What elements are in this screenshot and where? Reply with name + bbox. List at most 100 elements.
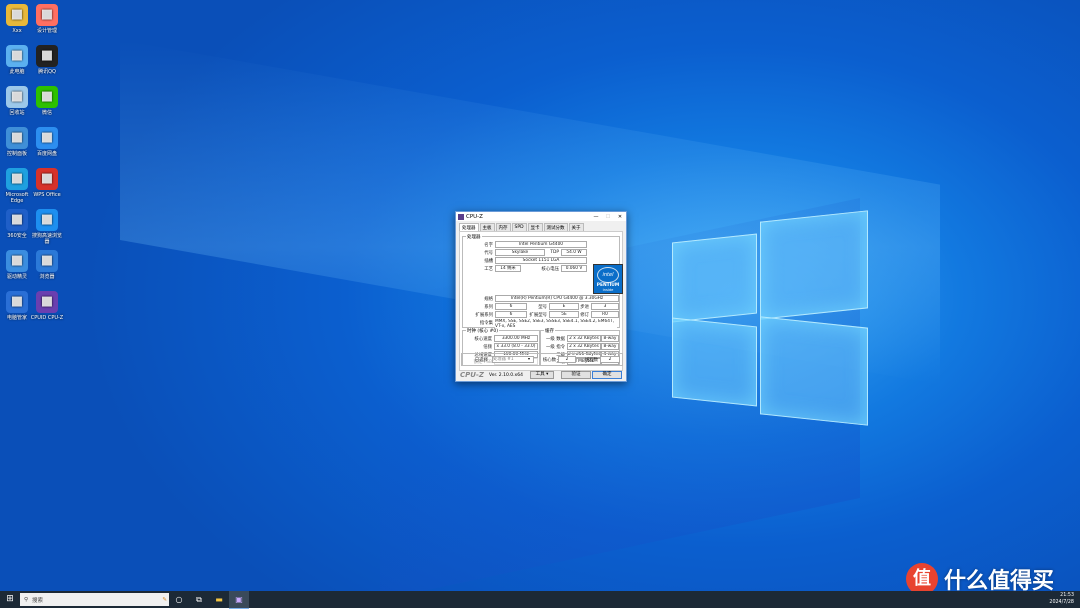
desktop-icon[interactable]: ■ WPS Office [30, 168, 64, 198]
threads-label: 线程数 [584, 358, 598, 363]
l1d-assoc: 8-way [601, 335, 619, 342]
desktop-icon[interactable]: ■ 搜狗高速浏览器 [30, 209, 64, 245]
desktop-icon-label: Xxx [12, 28, 22, 34]
desktop-icon-label: 搜狗高速浏览器 [31, 233, 62, 245]
cores-value: 2 [558, 356, 576, 363]
desktop-icon-label: 回收站 [9, 110, 25, 116]
minimize-icon[interactable]: — [590, 214, 602, 220]
cpuz-window[interactable]: CPU-Z — ☐ ✕ 处理器 主板 内存 SPD 显卡 测试分数 关于 处理器… [455, 211, 627, 382]
core-speed-label: 核心速度 [474, 337, 492, 342]
qq-penguin-icon: ■ [36, 45, 58, 67]
folder-user-icon: ■ [6, 4, 28, 26]
family-value: 6 [495, 303, 527, 310]
stepping-label: 步进 [580, 305, 589, 310]
group-label: 处理器 [466, 234, 482, 240]
desktop-icon-label: 360安全 [7, 233, 27, 239]
desktop-icon[interactable]: ■ 回收站 [0, 86, 34, 116]
cpuz-app-icon [458, 213, 464, 220]
intel-brand: intel [597, 267, 619, 283]
security-ball-icon: ■ [6, 209, 28, 231]
desktop-icon[interactable]: ■ 控制面板 [0, 127, 34, 157]
recycle-bin-icon: ■ [6, 86, 28, 108]
intel-sub: inside [602, 288, 614, 292]
voltage-value: 0.060 V [561, 265, 587, 272]
desktop-icon-label: 腾讯QQ [38, 69, 56, 75]
threads-value: 2 [600, 356, 620, 363]
search-icon: ⚲ [24, 596, 29, 603]
shield-check-icon: ■ [6, 291, 28, 313]
tdp-value: 54.0 W [561, 249, 587, 256]
spec-label: 规格 [484, 297, 493, 302]
spec-value: Intel(R) Pentium(R) CPU G4400 @ 3.30GHz [495, 295, 619, 302]
tray-clock-date[interactable]: 2024/7/28 [1049, 599, 1074, 606]
tools-label: 工具 [535, 372, 545, 377]
cortana-icon[interactable]: ○ [169, 591, 189, 608]
desktop-icon[interactable]: ■ 浏览器 [30, 250, 64, 280]
wps-icon: ■ [36, 168, 58, 190]
selection-label: 已选择 [474, 358, 488, 363]
codename-value: Skylake [495, 249, 545, 256]
desktop-icon-label: 百度网盘 [36, 151, 57, 157]
desktop-icon[interactable]: ■ Microsoft Edge [0, 168, 34, 204]
ok-button[interactable]: 确定 [592, 371, 622, 379]
desktop-icon[interactable]: ■ Xxx [0, 4, 34, 34]
technology-value: 14 纳米 [495, 265, 521, 272]
desktop-icon[interactable]: ■ 设计管理 [30, 4, 64, 34]
instructions-value: MMX, SSE, SSE2, SSE3, SSSE3, SSE4.1, SSE… [495, 319, 617, 329]
maximize-icon[interactable]: ☐ [602, 214, 614, 220]
file-explorer-icon[interactable]: ▬ [209, 591, 229, 608]
ext-family-value: 6 [495, 311, 527, 318]
group-label: 时钟 (核心 #0) [466, 328, 500, 334]
tools-button[interactable]: 工具 ▾ [530, 371, 554, 379]
desktop-icon-label: 电脑管家 [6, 315, 27, 321]
name-value: Intel Pentium G4400 [495, 241, 587, 248]
chevron-down-icon[interactable]: ▾ [528, 356, 530, 361]
revision-label: 修订 [580, 313, 589, 318]
windows-logo-pane [672, 317, 757, 407]
desktop-icon[interactable]: ■ 微信 [30, 86, 64, 116]
desktop-icon[interactable]: ■ 此电脑 [0, 45, 34, 75]
windows-start-icon[interactable]: ⊞ [0, 591, 20, 608]
processor-panel: 处理器 名字 Intel Pentium G4400 代号 Skylake TD… [459, 231, 623, 371]
search-box[interactable]: ⚲ 搜索 ✎ [20, 593, 169, 606]
stepping-value: 3 [591, 303, 619, 310]
computer-icon: ■ [6, 45, 28, 67]
desktop-icon[interactable]: ■ CPUID CPU-Z [30, 291, 64, 321]
group-label: 缓存 [544, 328, 555, 334]
version-text: Ver. 2.10.0.x64 [489, 373, 523, 378]
cloud-icon: ■ [36, 127, 58, 149]
close-icon[interactable]: ✕ [614, 214, 626, 220]
desktop-icon-label: 微信 [41, 110, 52, 116]
taskbar-cpuz-icon[interactable]: ▣ [229, 590, 249, 609]
edge-icon: ■ [6, 168, 28, 190]
task-view-icon[interactable]: ⧉ [189, 591, 209, 608]
cpuz-footer-logo: CPU-Z [460, 371, 484, 379]
desktop-icon[interactable]: ■ 360安全 [0, 209, 34, 239]
ext-family-label: 扩展系列 [475, 313, 493, 318]
selection-row: 已选择 处理器 #1 ▾ 核心数 2 线程数 2 [461, 353, 623, 366]
instructions-label: 指令集 [479, 321, 493, 326]
desktop-icon-label: 此电脑 [9, 69, 25, 75]
desktop-icon-label: 浏览器 [39, 274, 55, 280]
intel-pentium-logo: intel PENTIUM inside [593, 264, 623, 294]
desktop-icon[interactable]: ■ 驱动精灵 [0, 250, 34, 280]
search-placeholder: 搜索 [32, 597, 44, 604]
desktop-icon[interactable]: ■ 电脑管家 [0, 291, 34, 321]
multiplier-label: 倍频 [483, 345, 492, 350]
validate-button[interactable]: 验证 [561, 371, 591, 379]
ext-model-label: 扩展型号 [529, 313, 547, 318]
tray-clock-time[interactable]: 21:53 [1049, 592, 1074, 599]
core-speed-value: 3300.00 MHz [494, 335, 538, 342]
desktop-icon[interactable]: ■ 百度网盘 [30, 127, 64, 157]
desktop-icon[interactable]: ■ 腾讯QQ [30, 45, 64, 75]
cpuz-titlebar[interactable]: CPU-Z — ☐ ✕ [456, 212, 626, 221]
model-value: E [549, 303, 579, 310]
tdp-label: TDP [550, 250, 559, 255]
colorful-app-icon: ■ [36, 4, 58, 26]
l1d-label: 一级 数据 [546, 337, 565, 342]
taskbar: ⊞ ⚲ 搜索 ✎ ○ ⧉ ▬ ▣ [0, 590, 1080, 609]
window-title: CPU-Z [466, 213, 483, 220]
revision-value: R0 [591, 311, 619, 318]
family-label: 系列 [484, 305, 493, 310]
technology-label: 工艺 [484, 267, 493, 272]
